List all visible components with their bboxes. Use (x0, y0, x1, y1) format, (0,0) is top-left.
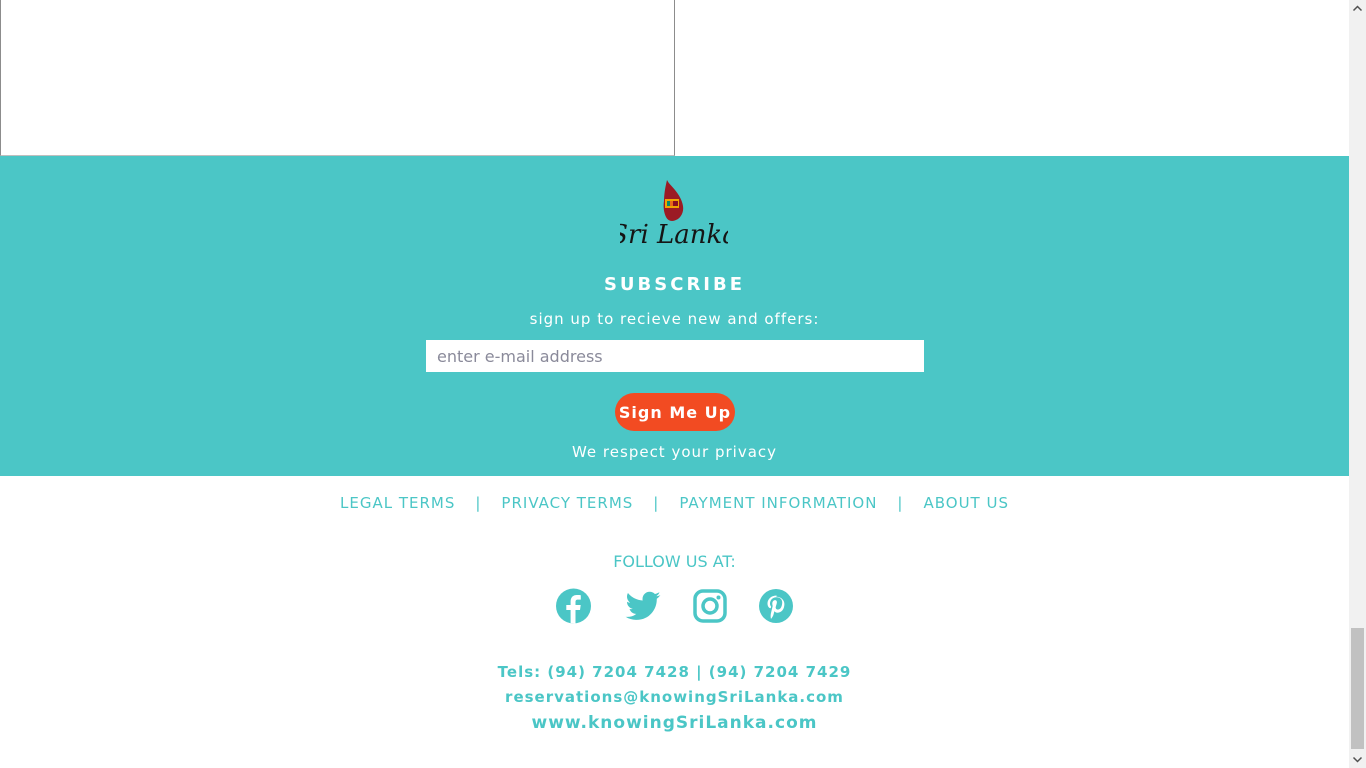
link-separator: | (653, 494, 660, 512)
subscribe-title: SUBSCRIBE (603, 274, 746, 295)
website-link[interactable]: www.knowingSriLanka.com (0, 713, 1349, 733)
footer-links: LEGAL TERMS | PRIVACY TERMS | PAYMENT INFORM… (0, 494, 1349, 514)
legal-terms-link[interactable]: LEGAL TERMS (340, 494, 455, 512)
subscribe-section: Sri Lanka SUBSCRIBE sign up to recieve n… (0, 156, 1349, 476)
privacy-terms-link[interactable]: PRIVACY TERMS (501, 494, 633, 512)
contact-telephones: Tels: (94) 7204 7428 | (94) 7204 7429 (497, 663, 852, 681)
privacy-note: We respect your privacy (571, 443, 778, 461)
instagram-icon[interactable] (693, 587, 727, 625)
payment-information-link[interactable]: PAYMENT INFORMATION (679, 494, 877, 512)
email-input[interactable] (426, 340, 924, 372)
twitter-icon[interactable] (624, 587, 662, 625)
vertical-scrollbar[interactable] (1349, 0, 1366, 768)
subscribe-subtitle: sign up to recieve new and offers: (529, 310, 820, 328)
facebook-icon[interactable] (555, 587, 592, 625)
scroll-down-arrow-icon[interactable] (1349, 751, 1366, 768)
link-separator: | (897, 494, 904, 512)
follow-us-heading: FOLLOW US AT: (613, 552, 736, 571)
pinterest-icon[interactable] (758, 587, 794, 625)
link-separator: | (475, 494, 482, 512)
svg-text:Sri Lanka: Sri Lanka (620, 220, 728, 250)
page: Sri Lanka SUBSCRIBE sign up to recieve n… (0, 0, 1349, 768)
sri-lanka-logo: Sri Lanka (610, 178, 738, 252)
contact-email-link[interactable]: reservations@knowingSriLanka.com (0, 688, 1349, 706)
sign-me-up-button[interactable]: Sign Me Up (615, 393, 735, 431)
about-us-link[interactable]: ABOUT US (923, 494, 1009, 512)
scroll-up-arrow-icon[interactable] (1349, 0, 1366, 17)
scrollbar-thumb[interactable] (1351, 628, 1364, 749)
content-area (0, 0, 1349, 156)
content-box-right (675, 0, 1349, 156)
content-box-left (0, 0, 675, 156)
